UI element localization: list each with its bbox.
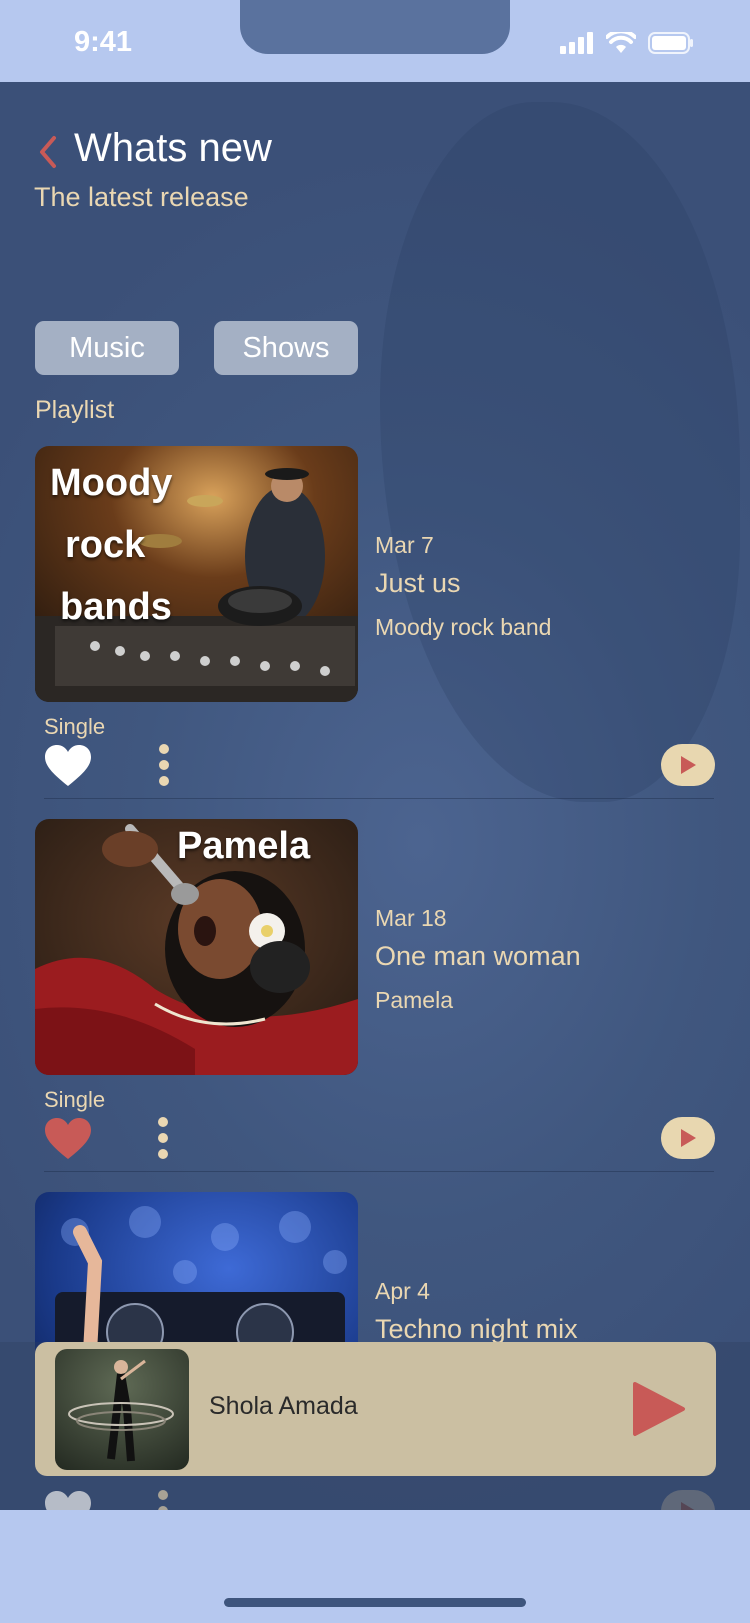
dancer-photo — [55, 1349, 189, 1470]
tab-shows[interactable]: Shows — [214, 321, 358, 375]
thumb-text: Pamela — [177, 825, 311, 867]
wifi-icon — [606, 32, 636, 53]
artist-name[interactable]: Pamela — [375, 987, 453, 1014]
play-icon — [681, 1129, 696, 1147]
page-subtitle: The latest release — [34, 182, 249, 212]
heart-icon[interactable] — [43, 1117, 93, 1161]
status-icons — [560, 32, 694, 54]
play-button[interactable] — [661, 744, 715, 786]
mini-player[interactable]: Shola Amada — [35, 1342, 716, 1476]
thumb-text: Moody rock bands — [50, 452, 172, 638]
more-options-icon[interactable] — [152, 740, 176, 790]
play-icon[interactable] — [625, 1378, 687, 1440]
divider — [44, 798, 714, 799]
signal-icon — [560, 32, 593, 54]
now-playing-title: Shola Amada — [209, 1392, 358, 1420]
release-date: Mar 7 — [375, 532, 434, 558]
track-title[interactable]: Techno night mix — [375, 1314, 578, 1345]
album-art-pamela[interactable]: Pamela — [35, 819, 358, 1075]
main-screen: Whats new The latest release Music Shows… — [0, 82, 750, 1510]
track-title[interactable]: One man woman — [375, 941, 581, 972]
heart-icon[interactable] — [43, 744, 93, 788]
status-bar: 9:41 — [0, 0, 750, 82]
thumb-line: bands — [60, 586, 172, 628]
release-date: Apr 4 — [375, 1278, 430, 1304]
home-indicator[interactable] — [224, 1598, 526, 1607]
page-title: Whats new — [74, 126, 272, 170]
section-label-playlist: Playlist — [35, 396, 115, 424]
now-playing-art — [55, 1349, 189, 1470]
thumb-line: Moody — [50, 462, 173, 504]
battery-icon — [648, 32, 693, 54]
release-type: Single — [44, 714, 106, 739]
play-icon — [681, 756, 696, 774]
more-options-icon[interactable] — [151, 1113, 175, 1163]
playlist-item: Pamela Mar 18 One man woman Pamela Singl… — [0, 819, 750, 1191]
tab-music[interactable]: Music — [35, 321, 179, 375]
release-type: Single — [44, 1087, 106, 1112]
status-time: 9:41 — [74, 26, 133, 58]
back-chevron-icon[interactable] — [34, 132, 64, 172]
track-title[interactable]: Just us — [375, 568, 461, 599]
release-date: Mar 18 — [375, 905, 447, 931]
album-art-rock-bands[interactable]: Moody rock bands — [35, 446, 358, 702]
artist-name[interactable]: Moody rock band — [375, 614, 551, 641]
playlist-item: Moody rock bands Mar 7 Just us Moody roc… — [0, 446, 750, 818]
play-button[interactable] — [661, 1117, 715, 1159]
thumb-line: rock — [65, 524, 146, 566]
notch — [240, 0, 510, 54]
divider — [44, 1171, 714, 1172]
